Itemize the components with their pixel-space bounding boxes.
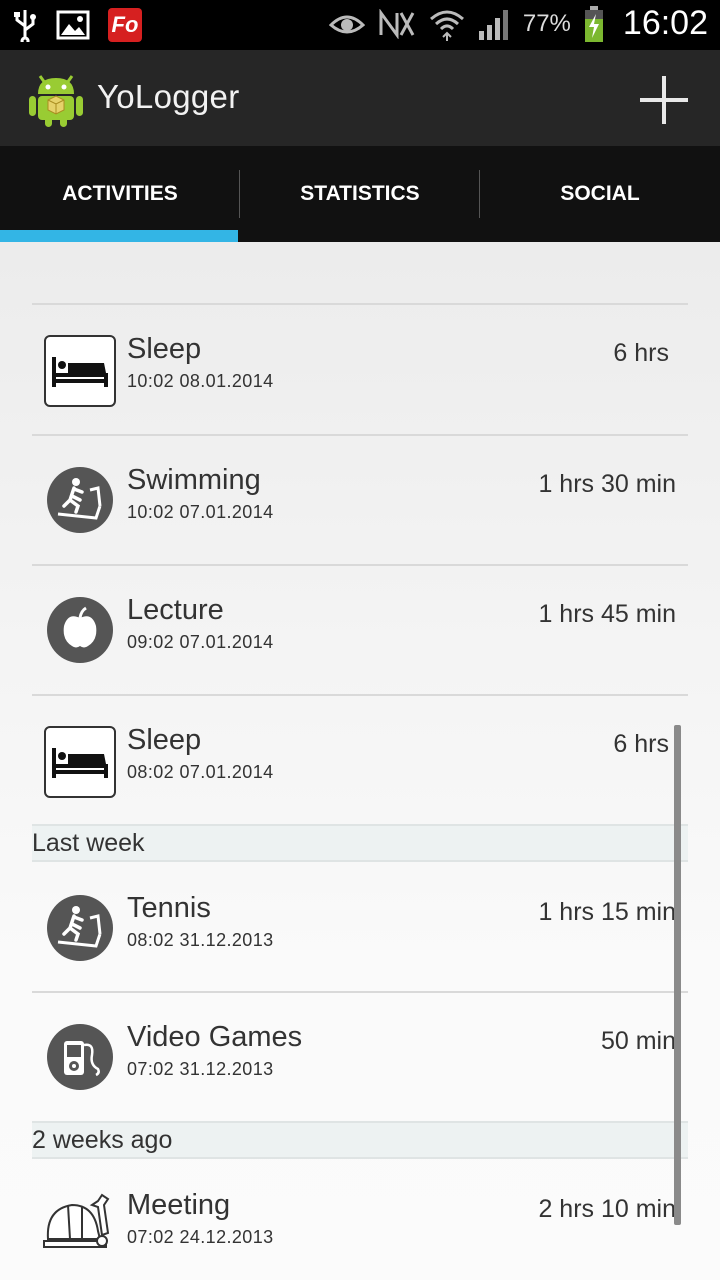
activity-duration: 1 hrs 15 min xyxy=(538,898,676,926)
wifi-icon xyxy=(429,10,464,41)
status-bar: Fo 77% 16:02 xyxy=(0,0,720,50)
activity-date: 09:02 07.01.2014 xyxy=(127,632,274,652)
activity-title: Lecture xyxy=(127,594,224,626)
activity-duration: 1 hrs 45 min xyxy=(538,600,676,628)
bed-icon xyxy=(44,726,116,798)
scrollbar[interactable] xyxy=(674,725,681,1225)
tab-bar: ACTIVITIES STATISTICS SOCIAL xyxy=(0,146,720,242)
tab-label: SOCIAL xyxy=(560,182,640,205)
apple-icon xyxy=(47,597,113,663)
tab-label: ACTIVITIES xyxy=(62,182,178,205)
activity-duration: 2 hrs 10 min xyxy=(538,1195,676,1223)
music-player-icon xyxy=(47,1024,113,1090)
image-icon xyxy=(56,10,90,40)
treadmill-icon xyxy=(47,895,113,961)
tab-social[interactable]: SOCIAL xyxy=(480,146,720,242)
activity-title: Sleep xyxy=(127,333,202,365)
tab-statistics[interactable]: STATISTICS xyxy=(240,146,480,242)
eye-icon xyxy=(328,15,365,33)
list-item[interactable]: Lecture 09:02 07.01.2014 1 hrs 45 min xyxy=(0,566,720,694)
activity-duration: 6 hrs xyxy=(613,730,669,758)
tab-activities[interactable]: ACTIVITIES xyxy=(0,146,240,242)
list-item[interactable]: Sleep 08:02 07.01.2014 6 hrs xyxy=(0,696,720,824)
hardhat-wrench-icon xyxy=(43,1193,110,1248)
section-header: Last week xyxy=(32,824,688,862)
list-item[interactable]: Sleep 10:02 08.01.2014 6 hrs xyxy=(0,305,720,433)
activity-date: 07:02 24.12.2013 xyxy=(127,1227,274,1247)
list-item[interactable]: Meeting 07:02 24.12.2013 2 hrs 10 min xyxy=(0,1161,720,1280)
signal-icon xyxy=(478,9,508,40)
nfc-icon xyxy=(379,8,415,39)
activity-date: 07:02 31.12.2013 xyxy=(127,1059,274,1079)
list-item[interactable]: Tennis 08:02 31.12.2013 1 hrs 15 min xyxy=(0,864,720,992)
section-header: 2 weeks ago xyxy=(32,1121,688,1159)
activity-duration: 6 hrs xyxy=(613,339,669,367)
activity-title: Video Games xyxy=(127,1021,303,1053)
fo-app-icon: Fo xyxy=(108,8,142,42)
usb-icon xyxy=(14,10,36,42)
activity-title: Sleep xyxy=(127,724,202,756)
activity-date: 10:02 07.01.2014 xyxy=(127,502,274,522)
action-bar: YoLogger xyxy=(0,50,720,146)
list-item[interactable]: Video Games 07:02 31.12.2013 50 min xyxy=(0,993,720,1121)
tab-label: STATISTICS xyxy=(300,182,420,205)
tab-selected-indicator xyxy=(0,230,238,242)
android-logo-icon[interactable] xyxy=(28,70,84,128)
plus-icon[interactable] xyxy=(636,72,692,128)
app-title: YoLogger xyxy=(97,78,240,115)
activity-title: Swimming xyxy=(127,464,261,496)
battery-percent: 77% xyxy=(522,9,571,37)
clock: 16:02 xyxy=(622,4,708,42)
activity-date: 08:02 07.01.2014 xyxy=(127,762,274,782)
bed-icon xyxy=(44,335,116,407)
activity-list[interactable]: Sleep 10:02 08.01.2014 6 hrs Swimming 10… xyxy=(0,242,720,1280)
battery-charging-icon xyxy=(584,5,603,42)
activity-title: Tennis xyxy=(127,892,211,924)
activity-title: Meeting xyxy=(127,1189,231,1221)
activity-duration: 1 hrs 30 min xyxy=(538,470,676,498)
list-item[interactable]: Swimming 10:02 07.01.2014 1 hrs 30 min xyxy=(0,436,720,564)
activity-date: 10:02 08.01.2014 xyxy=(127,371,274,391)
treadmill-icon xyxy=(47,467,113,533)
activity-date: 08:02 31.12.2013 xyxy=(127,930,274,950)
activity-duration: 50 min xyxy=(600,1027,676,1055)
